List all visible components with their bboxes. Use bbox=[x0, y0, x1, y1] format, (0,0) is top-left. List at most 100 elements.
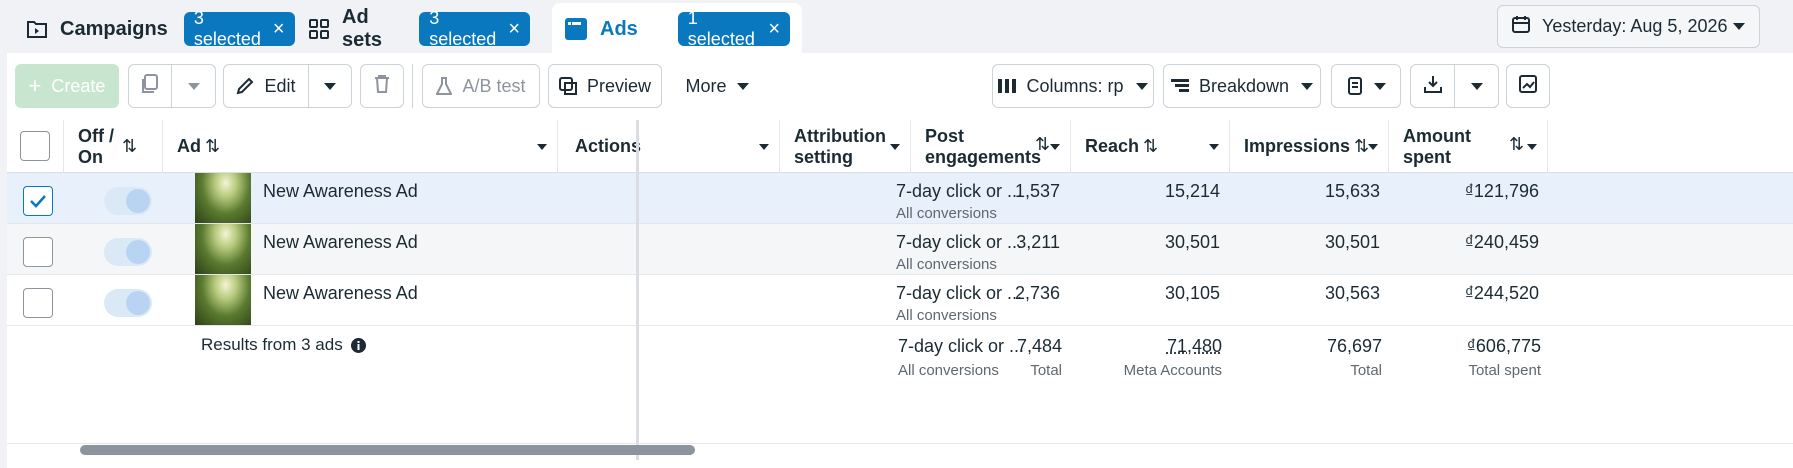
total-attribution-sub: All conversions bbox=[898, 362, 999, 379]
tab-campaigns[interactable]: Campaigns 3 selected × bbox=[14, 5, 295, 53]
edit-button[interactable]: Edit bbox=[223, 64, 309, 108]
chevron-down-icon[interactable] bbox=[1368, 144, 1378, 150]
chevron-down-icon bbox=[324, 82, 336, 90]
column-attribution[interactable]: Attribution setting bbox=[780, 120, 911, 173]
column-ad[interactable]: Ad ⇅ bbox=[163, 120, 558, 173]
attribution-setting: 7-day click or ... bbox=[896, 181, 1023, 201]
edit-dropdown-button[interactable] bbox=[308, 64, 352, 108]
total-amount-spent: ₫606,775 bbox=[1466, 336, 1541, 356]
ab-test-label: A/B test bbox=[462, 75, 526, 96]
date-range-picker[interactable]: Yesterday: Aug 5, 2026 bbox=[1497, 5, 1760, 48]
table-row[interactable]: New Awareness Ad 7-day click or ... All … bbox=[7, 224, 1793, 275]
column-reach[interactable]: Reach ⇅ bbox=[1071, 120, 1230, 173]
amount-spent-value: ₫240,459 bbox=[1464, 232, 1539, 252]
ad-status-toggle[interactable] bbox=[104, 289, 152, 317]
ad-thumbnail bbox=[195, 275, 251, 325]
ad-name[interactable]: New Awareness Ad bbox=[263, 283, 418, 304]
chevron-down-icon[interactable] bbox=[1527, 144, 1537, 150]
column-off-on[interactable]: Off / On ⇅ bbox=[64, 120, 163, 173]
column-label: Amount bbox=[1403, 125, 1471, 146]
column-label: Impressions bbox=[1244, 136, 1351, 156]
chevron-down-icon[interactable] bbox=[1209, 144, 1219, 150]
selection-badge[interactable]: 3 selected × bbox=[183, 8, 295, 49]
selection-badge[interactable]: 3 selected × bbox=[419, 8, 530, 49]
total-impressions: 76,697 bbox=[1326, 336, 1382, 356]
info-icon[interactable] bbox=[350, 337, 366, 353]
export-button[interactable] bbox=[1410, 64, 1455, 108]
plus-icon: + bbox=[28, 73, 42, 98]
chevron-down-icon[interactable] bbox=[890, 144, 900, 150]
create-button[interactable]: + Create bbox=[15, 64, 119, 108]
total-impressions-sub: Total bbox=[1350, 362, 1382, 379]
sort-icon[interactable]: ⇅ bbox=[1035, 134, 1050, 155]
close-icon[interactable]: × bbox=[768, 19, 780, 39]
row-checkbox[interactable] bbox=[23, 288, 53, 318]
post-engagements-value: 2,736 bbox=[1014, 283, 1060, 303]
ad-status-toggle[interactable] bbox=[104, 187, 152, 215]
total-reach-sub: Meta Accounts bbox=[1123, 362, 1222, 379]
total-reach[interactable]: 71,480 bbox=[1137, 336, 1222, 357]
ab-test-button[interactable]: A/B test bbox=[422, 64, 540, 108]
close-icon[interactable]: × bbox=[273, 19, 285, 39]
post-engagements-value: 3,211 bbox=[1016, 232, 1060, 252]
calendar-icon bbox=[1512, 15, 1530, 38]
ad-status-toggle[interactable] bbox=[104, 238, 152, 266]
row-checkbox[interactable] bbox=[23, 186, 53, 216]
breakdown-button[interactable]: Breakdown bbox=[1163, 64, 1321, 108]
selection-badge[interactable]: 1 selected × bbox=[677, 8, 790, 49]
sort-icon[interactable]: ⇅ bbox=[1354, 136, 1369, 157]
column-post-engagements[interactable]: Post engagements ⇅ bbox=[911, 120, 1071, 173]
horizontal-scrollbar[interactable] bbox=[80, 445, 695, 455]
column-label: Post bbox=[925, 125, 965, 146]
flask-icon bbox=[436, 77, 453, 95]
reach-value: 30,105 bbox=[1164, 283, 1220, 303]
more-button[interactable]: More bbox=[672, 64, 762, 108]
chart-icon bbox=[1519, 74, 1537, 98]
table-row[interactable]: New Awareness Ad 7-day click or ... All … bbox=[7, 275, 1793, 326]
chevron-down-icon[interactable] bbox=[1050, 144, 1060, 150]
ad-name[interactable]: New Awareness Ad bbox=[263, 181, 418, 202]
duplicate-button[interactable] bbox=[128, 64, 172, 108]
reach-value: 15,214 bbox=[1164, 181, 1220, 201]
select-all-checkbox[interactable] bbox=[20, 131, 50, 161]
sort-icon[interactable]: ⇅ bbox=[122, 136, 137, 157]
badge-label: 1 selected bbox=[687, 8, 755, 49]
total-amount-spent-sub: Total spent bbox=[1468, 362, 1541, 379]
total-post-engagements: 7,484 bbox=[1016, 336, 1062, 356]
edit-label: Edit bbox=[264, 75, 296, 96]
column-amount-spent[interactable]: Amount spent ⇅ bbox=[1389, 120, 1548, 173]
ad-name[interactable]: New Awareness Ad bbox=[263, 232, 418, 253]
toolbar-divider bbox=[412, 64, 413, 108]
delete-button[interactable] bbox=[360, 64, 404, 108]
select-all-cell bbox=[7, 120, 64, 173]
badge-label: 3 selected bbox=[429, 8, 497, 49]
chevron-down-icon[interactable] bbox=[537, 144, 547, 150]
date-range-label: Yesterday: Aug 5, 2026 bbox=[1542, 16, 1728, 36]
duplicate-dropdown-button[interactable] bbox=[171, 64, 216, 108]
pencil-icon bbox=[236, 77, 254, 95]
sort-icon[interactable]: ⇅ bbox=[205, 136, 220, 157]
row-checkbox[interactable] bbox=[23, 237, 53, 267]
column-label: engagements bbox=[925, 146, 1042, 167]
close-icon[interactable]: × bbox=[508, 19, 520, 39]
reports-button[interactable] bbox=[1331, 64, 1401, 108]
preview-icon bbox=[558, 77, 577, 95]
columns-icon bbox=[998, 78, 1017, 94]
sort-icon[interactable]: ⇅ bbox=[1509, 134, 1524, 155]
table-bottom-border bbox=[7, 443, 1793, 444]
column-actions[interactable]: Actions bbox=[561, 120, 780, 173]
column-impressions[interactable]: Impressions ⇅ bbox=[1230, 120, 1389, 173]
table-row[interactable]: New Awareness Ad 7-day click or ... All … bbox=[7, 173, 1793, 224]
charts-button[interactable] bbox=[1506, 64, 1550, 108]
frozen-column-divider[interactable] bbox=[636, 120, 639, 460]
tab-adsets[interactable]: Ad sets 3 selected × bbox=[296, 5, 542, 53]
preview-button[interactable]: Preview bbox=[548, 64, 662, 108]
toggle-knob bbox=[126, 240, 150, 264]
tab-ads[interactable]: Ads 1 selected × bbox=[552, 3, 802, 55]
export-dropdown-button[interactable] bbox=[1454, 64, 1499, 108]
results-label: Results from 3 ads bbox=[201, 335, 343, 354]
attribution-sub: All conversions bbox=[896, 256, 997, 273]
sort-icon[interactable]: ⇅ bbox=[1143, 136, 1158, 157]
columns-button[interactable]: Columns: rp bbox=[992, 64, 1154, 108]
chevron-down-icon[interactable] bbox=[759, 144, 769, 150]
